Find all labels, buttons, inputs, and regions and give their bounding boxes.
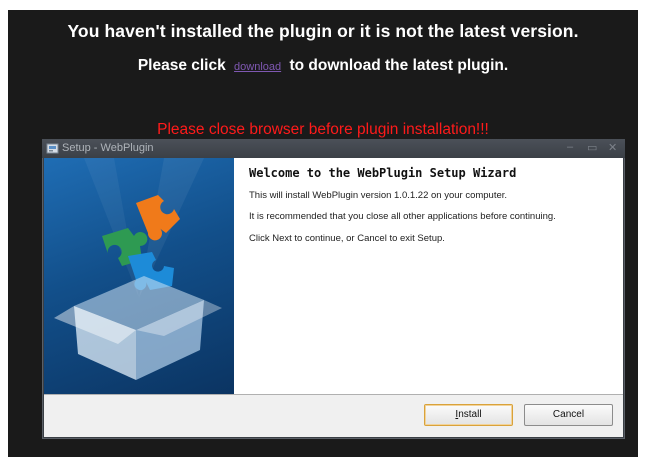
cancel-button[interactable]: Cancel — [524, 404, 613, 426]
instruction-suffix: to download the latest plugin. — [289, 57, 509, 74]
minimize-icon[interactable]: – — [567, 141, 573, 153]
dialog-titlebar[interactable]: Setup - WebPlugin – ▭ ✕ — [42, 139, 625, 158]
dialog-title: Setup - WebPlugin — [62, 142, 154, 154]
maximize-icon[interactable]: ▭ — [587, 141, 597, 154]
dialog-footer: Install Cancel — [44, 395, 623, 437]
wizard-banner-image — [44, 158, 234, 394]
close-icon[interactable]: ✕ — [608, 141, 617, 154]
setup-dialog: Setup - WebPlugin – ▭ ✕ Welcome to the W… — [42, 139, 625, 439]
install-button[interactable]: Install — [424, 404, 513, 426]
install-info-text: This will install WebPlugin version 1.0.… — [249, 190, 508, 201]
download-instruction: Please click download to download the la… — [8, 57, 638, 75]
instruction-prefix: Please click — [137, 57, 226, 74]
puzzle-box-illustration — [54, 158, 222, 380]
continue-instruction: Click Next to continue, or Cancel to exi… — [249, 232, 445, 244]
close-apps-recommendation: It is recommended that you close all oth… — [249, 211, 556, 223]
plugin-status-message: You haven't installed the plugin or it i… — [67, 21, 579, 41]
dialog-client-area: Welcome to the WebPlugin Setup Wizard Th… — [44, 158, 623, 437]
install-label: nstall — [458, 409, 482, 420]
download-link[interactable]: download — [234, 61, 281, 73]
wizard-heading: Welcome to the WebPlugin Setup Wizard — [249, 166, 517, 180]
close-browser-warning: Please close browser before plugin insta… — [157, 121, 489, 138]
setup-app-icon — [46, 143, 59, 154]
wizard-content: Welcome to the WebPlugin Setup Wizard Th… — [249, 166, 609, 254]
